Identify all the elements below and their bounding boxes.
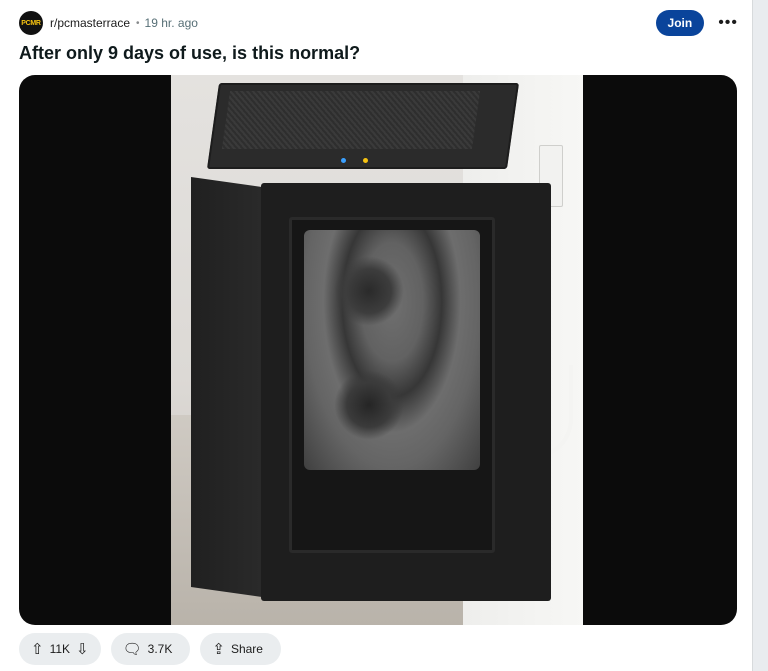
- post-time: 19 hr. ago: [144, 16, 198, 30]
- share-button[interactable]: ⇪ Share: [200, 633, 281, 665]
- comment-count: 3.7K: [147, 642, 173, 656]
- case-top-mesh: [221, 91, 481, 149]
- front-dust-filter: [289, 217, 495, 553]
- separator-dot: •: [136, 17, 140, 29]
- post-image[interactable]: [19, 75, 737, 625]
- share-label: Share: [230, 642, 263, 656]
- post-header: PCMR r/pcmasterrace • 19 hr. ago Join ••…: [19, 10, 738, 36]
- downvote-icon[interactable]: ⇩: [76, 640, 89, 658]
- more-options-icon[interactable]: •••: [718, 14, 738, 32]
- share-icon: ⇪: [212, 641, 225, 658]
- fan-top-imprint: [334, 256, 404, 326]
- led-blue: [341, 158, 346, 163]
- pc-case: [191, 83, 551, 608]
- case-front-panel: [261, 183, 551, 601]
- post-title[interactable]: After only 9 days of use, is this normal…: [19, 43, 360, 64]
- join-button[interactable]: Join: [655, 10, 705, 36]
- fan-bottom-imprint: [334, 370, 404, 440]
- subreddit-name[interactable]: r/pcmasterrace: [50, 16, 130, 30]
- subreddit-avatar[interactable]: PCMR: [19, 11, 43, 35]
- post-actions: ⇧ 11K ⇩ 🗨 3.7K ⇪ Share: [19, 633, 281, 665]
- comments-button[interactable]: 🗨 3.7K: [110, 633, 191, 665]
- upvote-icon[interactable]: ⇧: [31, 640, 44, 658]
- pc-case-photo: [171, 75, 583, 625]
- vote-count: 11K: [49, 642, 71, 656]
- comment-icon: 🗨: [122, 641, 142, 658]
- case-io-leds: [341, 158, 401, 164]
- led-yellow: [363, 158, 368, 163]
- vote-control: ⇧ 11K ⇩: [19, 633, 101, 665]
- post-card: PCMR r/pcmasterrace • 19 hr. ago Join ••…: [0, 0, 753, 671]
